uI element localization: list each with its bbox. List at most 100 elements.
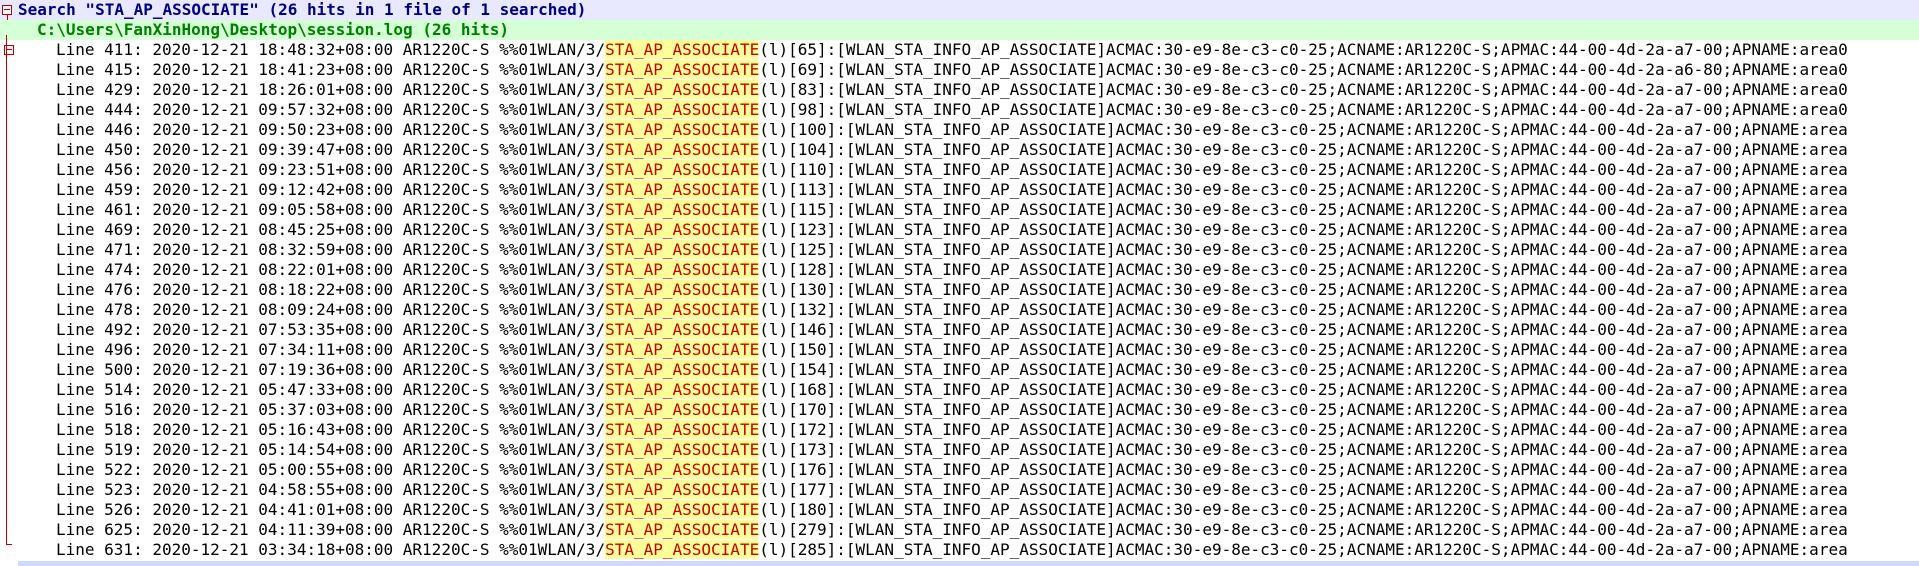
hit-match-highlight: STA_AP_ASSOCIATE bbox=[605, 300, 760, 319]
collapse-search-icon[interactable] bbox=[2, 5, 12, 15]
hit-line-prefix: Line 469: 2020-12-21 08:45:25+08:00 AR12… bbox=[56, 220, 606, 239]
hit-line-suffix: (l)[146]:[WLAN_STA_INFO_AP_ASSOCIATE]ACM… bbox=[759, 320, 1848, 339]
hit-list: Line 411: 2020-12-21 18:48:32+08:00 AR12… bbox=[0, 40, 1919, 559]
hit-line-suffix: (l)[83]:[WLAN_STA_INFO_AP_ASSOCIATE]ACMA… bbox=[759, 80, 1848, 99]
hit-line-suffix: (l)[115]:[WLAN_STA_INFO_AP_ASSOCIATE]ACM… bbox=[759, 200, 1848, 219]
hit-line-prefix: Line 492: 2020-12-21 07:53:35+08:00 AR12… bbox=[56, 320, 606, 339]
hit-line-row[interactable]: Line 523: 2020-12-21 04:58:55+08:00 AR12… bbox=[0, 480, 1919, 500]
hit-match-highlight: STA_AP_ASSOCIATE bbox=[605, 500, 760, 519]
hit-line-row[interactable]: Line 411: 2020-12-21 18:48:32+08:00 AR12… bbox=[0, 40, 1919, 60]
hit-match-highlight: STA_AP_ASSOCIATE bbox=[605, 200, 760, 219]
hit-line-row[interactable]: Line 471: 2020-12-21 08:32:59+08:00 AR12… bbox=[0, 240, 1919, 260]
hit-match-highlight: STA_AP_ASSOCIATE bbox=[605, 280, 760, 299]
hit-match-highlight: STA_AP_ASSOCIATE bbox=[605, 40, 760, 59]
hit-match-highlight: STA_AP_ASSOCIATE bbox=[605, 400, 760, 419]
hit-line-row[interactable]: Line 516: 2020-12-21 05:37:03+08:00 AR12… bbox=[0, 400, 1919, 420]
hit-line-row[interactable]: Line 500: 2020-12-21 07:19:36+08:00 AR12… bbox=[0, 360, 1919, 380]
hit-line-prefix: Line 471: 2020-12-21 08:32:59+08:00 AR12… bbox=[56, 240, 606, 259]
hit-line-prefix: Line 415: 2020-12-21 18:41:23+08:00 AR12… bbox=[56, 60, 606, 79]
hit-match-highlight: STA_AP_ASSOCIATE bbox=[605, 240, 760, 259]
hit-match-highlight: STA_AP_ASSOCIATE bbox=[605, 480, 760, 499]
hit-line-row[interactable]: Line 496: 2020-12-21 07:34:11+08:00 AR12… bbox=[0, 340, 1919, 360]
hit-line-row[interactable]: Line 526: 2020-12-21 04:41:01+08:00 AR12… bbox=[0, 500, 1919, 520]
hit-line-row[interactable]: Line 461: 2020-12-21 09:05:58+08:00 AR12… bbox=[0, 200, 1919, 220]
hit-match-highlight: STA_AP_ASSOCIATE bbox=[605, 80, 760, 99]
hit-line-suffix: (l)[173]:[WLAN_STA_INFO_AP_ASSOCIATE]ACM… bbox=[759, 440, 1848, 459]
hit-match-highlight: STA_AP_ASSOCIATE bbox=[605, 520, 760, 539]
hit-line-suffix: (l)[123]:[WLAN_STA_INFO_AP_ASSOCIATE]ACM… bbox=[759, 220, 1848, 239]
hit-line-prefix: Line 516: 2020-12-21 05:37:03+08:00 AR12… bbox=[56, 400, 606, 419]
hit-line-prefix: Line 456: 2020-12-21 09:23:51+08:00 AR12… bbox=[56, 160, 606, 179]
hit-line-row[interactable]: Line 519: 2020-12-21 05:14:54+08:00 AR12… bbox=[0, 440, 1919, 460]
hit-line-suffix: (l)[113]:[WLAN_STA_INFO_AP_ASSOCIATE]ACM… bbox=[759, 180, 1848, 199]
hit-match-highlight: STA_AP_ASSOCIATE bbox=[605, 120, 760, 139]
hit-line-row[interactable]: Line 476: 2020-12-21 08:18:22+08:00 AR12… bbox=[0, 280, 1919, 300]
hit-line-row[interactable]: Line 631: 2020-12-21 03:34:18+08:00 AR12… bbox=[0, 540, 1919, 560]
hit-line-row[interactable]: Line 450: 2020-12-21 09:39:47+08:00 AR12… bbox=[0, 140, 1919, 160]
hit-match-highlight: STA_AP_ASSOCIATE bbox=[605, 420, 760, 439]
hit-line-row[interactable]: Line 446: 2020-12-21 09:50:23+08:00 AR12… bbox=[0, 120, 1919, 140]
hit-line-row[interactable]: Line 444: 2020-12-21 09:57:32+08:00 AR12… bbox=[0, 100, 1919, 120]
hit-match-highlight: STA_AP_ASSOCIATE bbox=[605, 440, 760, 459]
hit-line-row[interactable]: Line 469: 2020-12-21 08:45:25+08:00 AR12… bbox=[0, 220, 1919, 240]
hit-line-prefix: Line 474: 2020-12-21 08:22:01+08:00 AR12… bbox=[56, 260, 606, 279]
hit-match-highlight: STA_AP_ASSOCIATE bbox=[605, 540, 760, 559]
hit-line-prefix: Line 500: 2020-12-21 07:19:36+08:00 AR12… bbox=[56, 360, 606, 379]
hit-line-suffix: (l)[98]:[WLAN_STA_INFO_AP_ASSOCIATE]ACMA… bbox=[759, 100, 1848, 119]
hit-line-suffix: (l)[154]:[WLAN_STA_INFO_AP_ASSOCIATE]ACM… bbox=[759, 360, 1848, 379]
hit-line-row[interactable]: Line 429: 2020-12-21 18:26:01+08:00 AR12… bbox=[0, 80, 1919, 100]
hit-line-suffix: (l)[65]:[WLAN_STA_INFO_AP_ASSOCIATE]ACMA… bbox=[759, 40, 1848, 59]
hit-match-highlight: STA_AP_ASSOCIATE bbox=[605, 460, 760, 479]
hit-line-row[interactable]: Line 492: 2020-12-21 07:53:35+08:00 AR12… bbox=[0, 320, 1919, 340]
hit-match-highlight: STA_AP_ASSOCIATE bbox=[605, 320, 760, 339]
hit-line-row[interactable]: Line 625: 2020-12-21 04:11:39+08:00 AR12… bbox=[0, 520, 1919, 540]
hit-line-prefix: Line 429: 2020-12-21 18:26:01+08:00 AR12… bbox=[56, 80, 606, 99]
hit-line-prefix: Line 519: 2020-12-21 05:14:54+08:00 AR12… bbox=[56, 440, 606, 459]
search-results-panel: Search "STA_AP_ASSOCIATE" (26 hits in 1 … bbox=[0, 0, 1919, 566]
hit-line-suffix: (l)[110]:[WLAN_STA_INFO_AP_ASSOCIATE]ACM… bbox=[759, 160, 1848, 179]
hit-line-row[interactable]: Line 456: 2020-12-21 09:23:51+08:00 AR12… bbox=[0, 160, 1919, 180]
hit-line-row[interactable]: Line 522: 2020-12-21 05:00:55+08:00 AR12… bbox=[0, 460, 1919, 480]
hit-line-prefix: Line 523: 2020-12-21 04:58:55+08:00 AR12… bbox=[56, 480, 606, 499]
hit-line-suffix: (l)[177]:[WLAN_STA_INFO_AP_ASSOCIATE]ACM… bbox=[759, 480, 1848, 499]
hit-match-highlight: STA_AP_ASSOCIATE bbox=[605, 360, 760, 379]
hit-line-row[interactable]: Line 518: 2020-12-21 05:16:43+08:00 AR12… bbox=[0, 420, 1919, 440]
hit-line-suffix: (l)[100]:[WLAN_STA_INFO_AP_ASSOCIATE]ACM… bbox=[759, 120, 1848, 139]
hit-line-row[interactable]: Line 415: 2020-12-21 18:41:23+08:00 AR12… bbox=[0, 60, 1919, 80]
hit-match-highlight: STA_AP_ASSOCIATE bbox=[605, 260, 760, 279]
hit-line-suffix: (l)[150]:[WLAN_STA_INFO_AP_ASSOCIATE]ACM… bbox=[759, 340, 1848, 359]
hit-line-prefix: Line 518: 2020-12-21 05:16:43+08:00 AR12… bbox=[56, 420, 606, 439]
search-summary-row[interactable]: Search "STA_AP_ASSOCIATE" (26 hits in 1 … bbox=[0, 0, 1919, 20]
hit-line-suffix: (l)[285]:[WLAN_STA_INFO_AP_ASSOCIATE]ACM… bbox=[759, 540, 1848, 559]
hit-line-prefix: Line 631: 2020-12-21 03:34:18+08:00 AR12… bbox=[56, 540, 606, 559]
hit-line-suffix: (l)[132]:[WLAN_STA_INFO_AP_ASSOCIATE]ACM… bbox=[759, 300, 1848, 319]
hit-line-suffix: (l)[279]:[WLAN_STA_INFO_AP_ASSOCIATE]ACM… bbox=[759, 520, 1848, 539]
hit-line-suffix: (l)[180]:[WLAN_STA_INFO_AP_ASSOCIATE]ACM… bbox=[759, 500, 1848, 519]
file-path-text: C:\Users\FanXinHong\Desktop\session.log … bbox=[37, 20, 510, 39]
hit-line-suffix: (l)[69]:[WLAN_STA_INFO_AP_ASSOCIATE]ACMA… bbox=[759, 60, 1848, 79]
hit-match-highlight: STA_AP_ASSOCIATE bbox=[605, 60, 760, 79]
hit-line-prefix: Line 478: 2020-12-21 08:09:24+08:00 AR12… bbox=[56, 300, 606, 319]
hit-match-highlight: STA_AP_ASSOCIATE bbox=[605, 180, 760, 199]
hit-line-suffix: (l)[125]:[WLAN_STA_INFO_AP_ASSOCIATE]ACM… bbox=[759, 240, 1848, 259]
hit-line-prefix: Line 625: 2020-12-21 04:11:39+08:00 AR12… bbox=[56, 520, 606, 539]
hit-line-prefix: Line 444: 2020-12-21 09:57:32+08:00 AR12… bbox=[56, 100, 606, 119]
hit-line-prefix: Line 450: 2020-12-21 09:39:47+08:00 AR12… bbox=[56, 140, 606, 159]
hit-line-row[interactable]: Line 459: 2020-12-21 09:12:42+08:00 AR12… bbox=[0, 180, 1919, 200]
hit-line-prefix: Line 526: 2020-12-21 04:41:01+08:00 AR12… bbox=[56, 500, 606, 519]
next-result-row-partial bbox=[18, 561, 1919, 566]
hit-line-suffix: (l)[168]:[WLAN_STA_INFO_AP_ASSOCIATE]ACM… bbox=[759, 380, 1848, 399]
hit-line-suffix: (l)[172]:[WLAN_STA_INFO_AP_ASSOCIATE]ACM… bbox=[759, 420, 1848, 439]
hit-line-row[interactable]: Line 478: 2020-12-21 08:09:24+08:00 AR12… bbox=[0, 300, 1919, 320]
hit-line-prefix: Line 459: 2020-12-21 09:12:42+08:00 AR12… bbox=[56, 180, 606, 199]
hit-match-highlight: STA_AP_ASSOCIATE bbox=[605, 160, 760, 179]
hit-line-row[interactable]: Line 514: 2020-12-21 05:47:33+08:00 AR12… bbox=[0, 380, 1919, 400]
hit-line-suffix: (l)[176]:[WLAN_STA_INFO_AP_ASSOCIATE]ACM… bbox=[759, 460, 1848, 479]
hit-line-row[interactable]: Line 474: 2020-12-21 08:22:01+08:00 AR12… bbox=[0, 260, 1919, 280]
hit-line-prefix: Line 522: 2020-12-21 05:00:55+08:00 AR12… bbox=[56, 460, 606, 479]
hit-line-prefix: Line 496: 2020-12-21 07:34:11+08:00 AR12… bbox=[56, 340, 606, 359]
hit-match-highlight: STA_AP_ASSOCIATE bbox=[605, 340, 760, 359]
hit-match-highlight: STA_AP_ASSOCIATE bbox=[605, 100, 760, 119]
hit-line-prefix: Line 411: 2020-12-21 18:48:32+08:00 AR12… bbox=[56, 40, 606, 59]
file-result-row[interactable]: C:\Users\FanXinHong\Desktop\session.log … bbox=[0, 20, 1919, 55]
